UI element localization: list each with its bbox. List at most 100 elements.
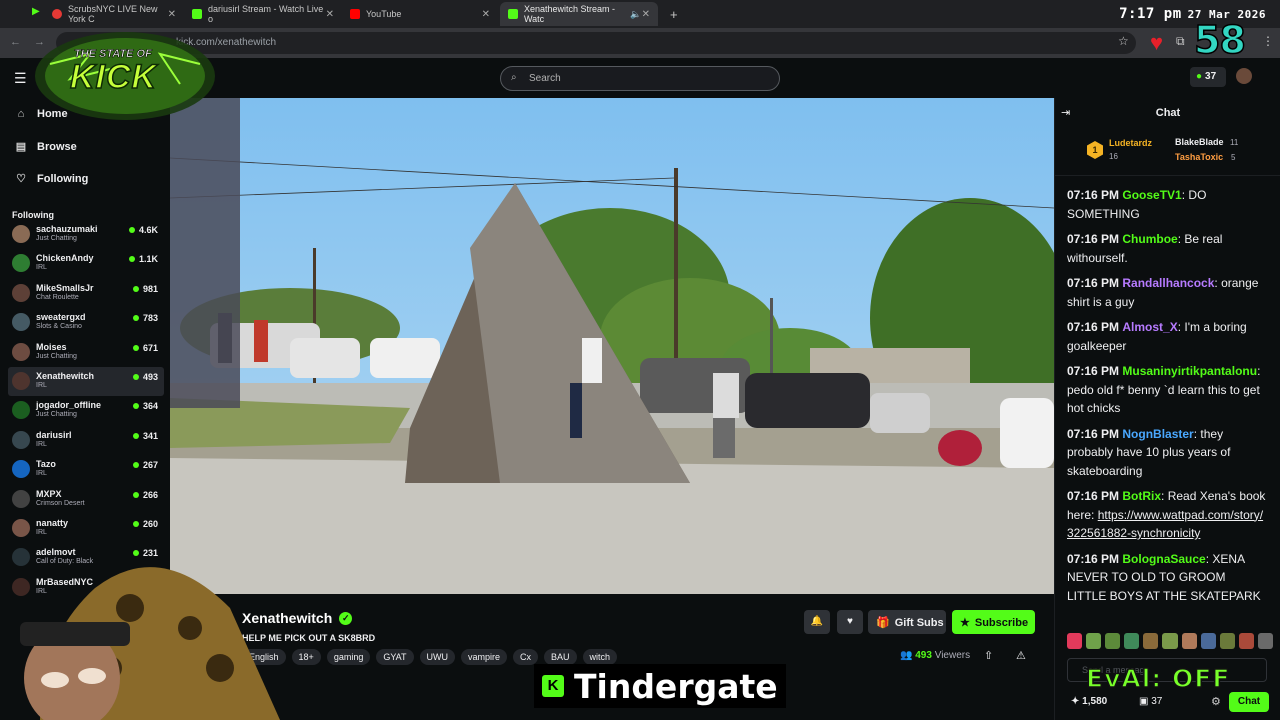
- emote-icon[interactable]: [1200, 633, 1216, 649]
- close-icon[interactable]: ✕: [168, 9, 176, 20]
- nav-browse[interactable]: ▤ Browse: [14, 140, 77, 154]
- sidebar-channel-dariusirl[interactable]: dariusirl IRL 341: [8, 426, 164, 455]
- browser-tab-2[interactable]: dariusirl Stream - Watch Live o ✕: [184, 2, 342, 26]
- leader-2-name[interactable]: BlakeBlade: [1175, 137, 1224, 147]
- message-username[interactable]: BotRix: [1122, 489, 1161, 503]
- send-chat-button[interactable]: Chat: [1229, 692, 1269, 712]
- subscribe-button[interactable]: ★ Subscribe: [952, 610, 1035, 634]
- message-username[interactable]: Almost_X: [1122, 320, 1177, 334]
- message-timestamp: 07:16 PM: [1067, 551, 1120, 566]
- emote-icon[interactable]: [1143, 633, 1159, 649]
- sidebar-channel-tazo[interactable]: Tazo IRL 267: [8, 455, 164, 484]
- channel-category: Just Chatting: [36, 352, 77, 360]
- stream-tag[interactable]: BAU: [544, 649, 577, 665]
- stream-tag[interactable]: 18+: [291, 649, 321, 665]
- tab-title: ScrubsNYC LIVE New York C: [68, 4, 158, 24]
- leader-3-name[interactable]: TashaToxic: [1175, 152, 1223, 162]
- viewer-count: 👥 493 Viewers: [900, 650, 970, 661]
- sidebar-channel-mxpx[interactable]: MXPX Crimson Desert 266: [8, 485, 164, 514]
- logo-text-main: KICK: [69, 57, 158, 97]
- channel-name: dariusirl: [36, 429, 72, 440]
- report-warning-icon[interactable]: ⚠: [1016, 649, 1026, 662]
- sidebar-channel-jogador_offline[interactable]: jogador_offline Just Chatting 364: [8, 396, 164, 425]
- gift-subs-button[interactable]: 🎁 Gift Subs: [868, 610, 946, 634]
- browser-tab-1[interactable]: ScrubsNYC LIVE New York C ✕: [44, 2, 184, 26]
- emote-icon[interactable]: [1162, 633, 1178, 649]
- nav-following[interactable]: ♡ Following: [14, 172, 88, 186]
- close-icon[interactable]: ✕: [642, 9, 650, 20]
- channel-viewers: 364: [132, 401, 158, 411]
- live-dot-icon: [132, 432, 139, 439]
- message-username[interactable]: BolognaSauce: [1122, 552, 1205, 566]
- emote-icon[interactable]: [1086, 633, 1102, 649]
- star-bookmark-icon[interactable]: ☆: [1118, 34, 1129, 48]
- sidebar-channel-sweatergxd[interactable]: sweatergxd Slots & Casino 783: [8, 308, 164, 337]
- channel-name: jogador_offline: [36, 400, 101, 411]
- leader-3-count: 5: [1231, 153, 1236, 162]
- gift-count[interactable]: ▣ 37: [1139, 696, 1162, 707]
- stream-tag[interactable]: witch: [582, 649, 618, 665]
- stream-tag[interactable]: vampire: [461, 649, 508, 665]
- emote-icon[interactable]: [1124, 633, 1140, 649]
- new-tab-button[interactable]: +: [662, 2, 682, 26]
- message-username[interactable]: NognBlaster: [1122, 427, 1193, 441]
- channel-category: IRL: [36, 440, 47, 448]
- message-username[interactable]: Musaninyirtikpantalonu: [1122, 364, 1257, 378]
- channel-name: Tazo: [36, 459, 56, 470]
- more-menu-icon[interactable]: ⋮: [1262, 34, 1274, 48]
- channel-avatar: [12, 313, 30, 332]
- notification-bell-button[interactable]: 🔔: [804, 610, 830, 634]
- browser-tab-3[interactable]: YouTube ✕: [342, 2, 498, 26]
- message-username[interactable]: GooseTV1: [1122, 188, 1181, 202]
- tab-title: dariusirl Stream - Watch Live o: [208, 4, 324, 24]
- message-link[interactable]: https://www.wattpad.com/story/322561882-…: [1067, 508, 1263, 541]
- sidebar-channel-mikesmallsjr[interactable]: MikeSmallsJr Chat Roulette 981: [8, 279, 164, 308]
- sidebar-channel-nanatty[interactable]: nanatty IRL 260: [8, 514, 164, 543]
- extensions-icon[interactable]: ⧉: [1176, 34, 1185, 49]
- emote-icon[interactable]: [1181, 633, 1197, 649]
- hamburger-menu-icon[interactable]: ☰: [14, 70, 27, 87]
- following-heading: Following: [12, 210, 54, 220]
- video-player[interactable]: [170, 98, 1054, 594]
- rank-badge-icon: 1: [1087, 141, 1103, 159]
- user-avatar[interactable]: [1236, 68, 1252, 84]
- message-username[interactable]: Randallhancock: [1122, 276, 1214, 290]
- message-username[interactable]: Chumboe: [1122, 232, 1177, 246]
- close-icon[interactable]: ✕: [482, 9, 490, 20]
- speaker-icon[interactable]: 🔈: [630, 9, 641, 20]
- play-icon[interactable]: ▶: [32, 6, 40, 17]
- channel-viewer-count: 981: [142, 283, 158, 294]
- stream-tag[interactable]: GYAT: [376, 649, 414, 665]
- channel-category: Just Chatting: [36, 235, 77, 242]
- sidebar-channel-xenathewitch[interactable]: Xenathewitch IRL 493: [8, 367, 164, 396]
- back-arrow-icon[interactable]: ←: [10, 36, 21, 48]
- sidebar-channel-chickenandy[interactable]: ChickenAndy IRL 1.1K: [8, 249, 164, 278]
- kick-logo-icon: K: [542, 675, 564, 697]
- channel-category: Crimson Desert: [36, 499, 85, 507]
- browser-tab-4-active[interactable]: Xenathewitch Stream - Watc 🔈 ✕: [500, 2, 658, 26]
- channel-name: Moises: [36, 341, 67, 352]
- live-dot-icon: [132, 374, 139, 380]
- viewer-count-number: 493: [915, 650, 932, 661]
- sidebar-channel-moises[interactable]: Moises Just Chatting 671: [8, 338, 164, 367]
- channel-viewers: 267: [132, 460, 158, 470]
- emote-icon[interactable]: [1105, 633, 1121, 649]
- settings-gear-icon[interactable]: ⚙: [1211, 695, 1221, 708]
- stream-tag[interactable]: gaming: [326, 649, 371, 665]
- leader-1-name[interactable]: Ludetardz: [1109, 138, 1152, 148]
- stream-tag[interactable]: UWU: [419, 649, 456, 665]
- stream-tag[interactable]: Cx: [513, 649, 539, 665]
- emote-icon[interactable]: [1257, 633, 1274, 649]
- chat-message: 07:16 PM BotRix: Read Xena's book here: …: [1067, 489, 1266, 541]
- search-input[interactable]: ⌕ Search: [500, 66, 780, 91]
- share-icon[interactable]: ⇧: [984, 649, 993, 662]
- follow-heart-button[interactable]: ♥: [837, 610, 863, 634]
- emote-icon[interactable]: [1067, 633, 1083, 649]
- sidebar-channel-sachauzumaki[interactable]: sachauzumaki Just Chatting 4.6K: [8, 220, 164, 249]
- emote-icon[interactable]: [1238, 633, 1254, 649]
- kick-coins-button[interactable]: ● 37: [1190, 67, 1226, 87]
- channel-points[interactable]: ✦ 1,580: [1071, 696, 1107, 707]
- channel-category: IRL: [36, 470, 47, 478]
- emote-icon[interactable]: [1219, 633, 1235, 649]
- close-icon[interactable]: ✕: [326, 9, 334, 20]
